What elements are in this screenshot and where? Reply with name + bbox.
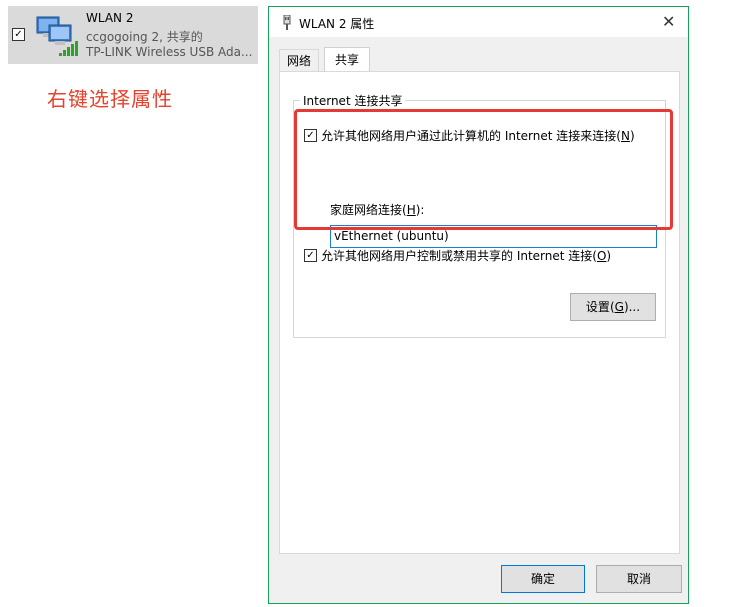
settings-button[interactable]: 设置(G)... — [570, 293, 656, 321]
properties-dialog: WLAN 2 属性 ✕ 网络 共享 Internet 连接共享 ✓ 允许其他网络… — [268, 6, 689, 604]
cancel-button[interactable]: 取消 — [596, 565, 682, 593]
highlight-box — [294, 109, 673, 230]
adapter-name: WLAN 2 — [86, 11, 134, 25]
adapter-network: ccgogoing 2, 共享的 — [86, 30, 203, 44]
allow-control-checkbox[interactable]: ✓ — [304, 249, 317, 262]
dialog-title: WLAN 2 属性 — [299, 17, 375, 31]
adapter-plug-icon — [283, 15, 291, 30]
group-label: Internet 连接共享 — [300, 92, 406, 109]
network-adapter-icon — [36, 16, 78, 56]
tab-network[interactable]: 网络 — [279, 49, 320, 73]
ok-button[interactable]: 确定 — [501, 565, 585, 593]
tab-label: 共享 — [335, 53, 360, 67]
adapter-checkbox[interactable]: ✓ — [12, 28, 25, 41]
adapter-item[interactable]: ✓ WLAN 2 ccgogoing 2, 共享的 TP-LINK Wirele… — [8, 6, 258, 64]
close-icon[interactable]: ✕ — [662, 12, 675, 31]
hint-annotation: 右键选择属性 — [47, 87, 173, 111]
allow-control-label[interactable]: 允许其他网络用户控制或禁用共享的 Internet 连接(O) — [321, 247, 611, 264]
adapter-device: TP-LINK Wireless USB Ada... — [86, 45, 253, 59]
tab-label: 网络 — [287, 54, 312, 68]
title-bar[interactable]: WLAN 2 属性 ✕ — [269, 7, 688, 37]
home-connection-value: vEthernet (ubuntu) — [334, 229, 449, 243]
tab-sharing[interactable]: 共享 — [324, 47, 371, 73]
